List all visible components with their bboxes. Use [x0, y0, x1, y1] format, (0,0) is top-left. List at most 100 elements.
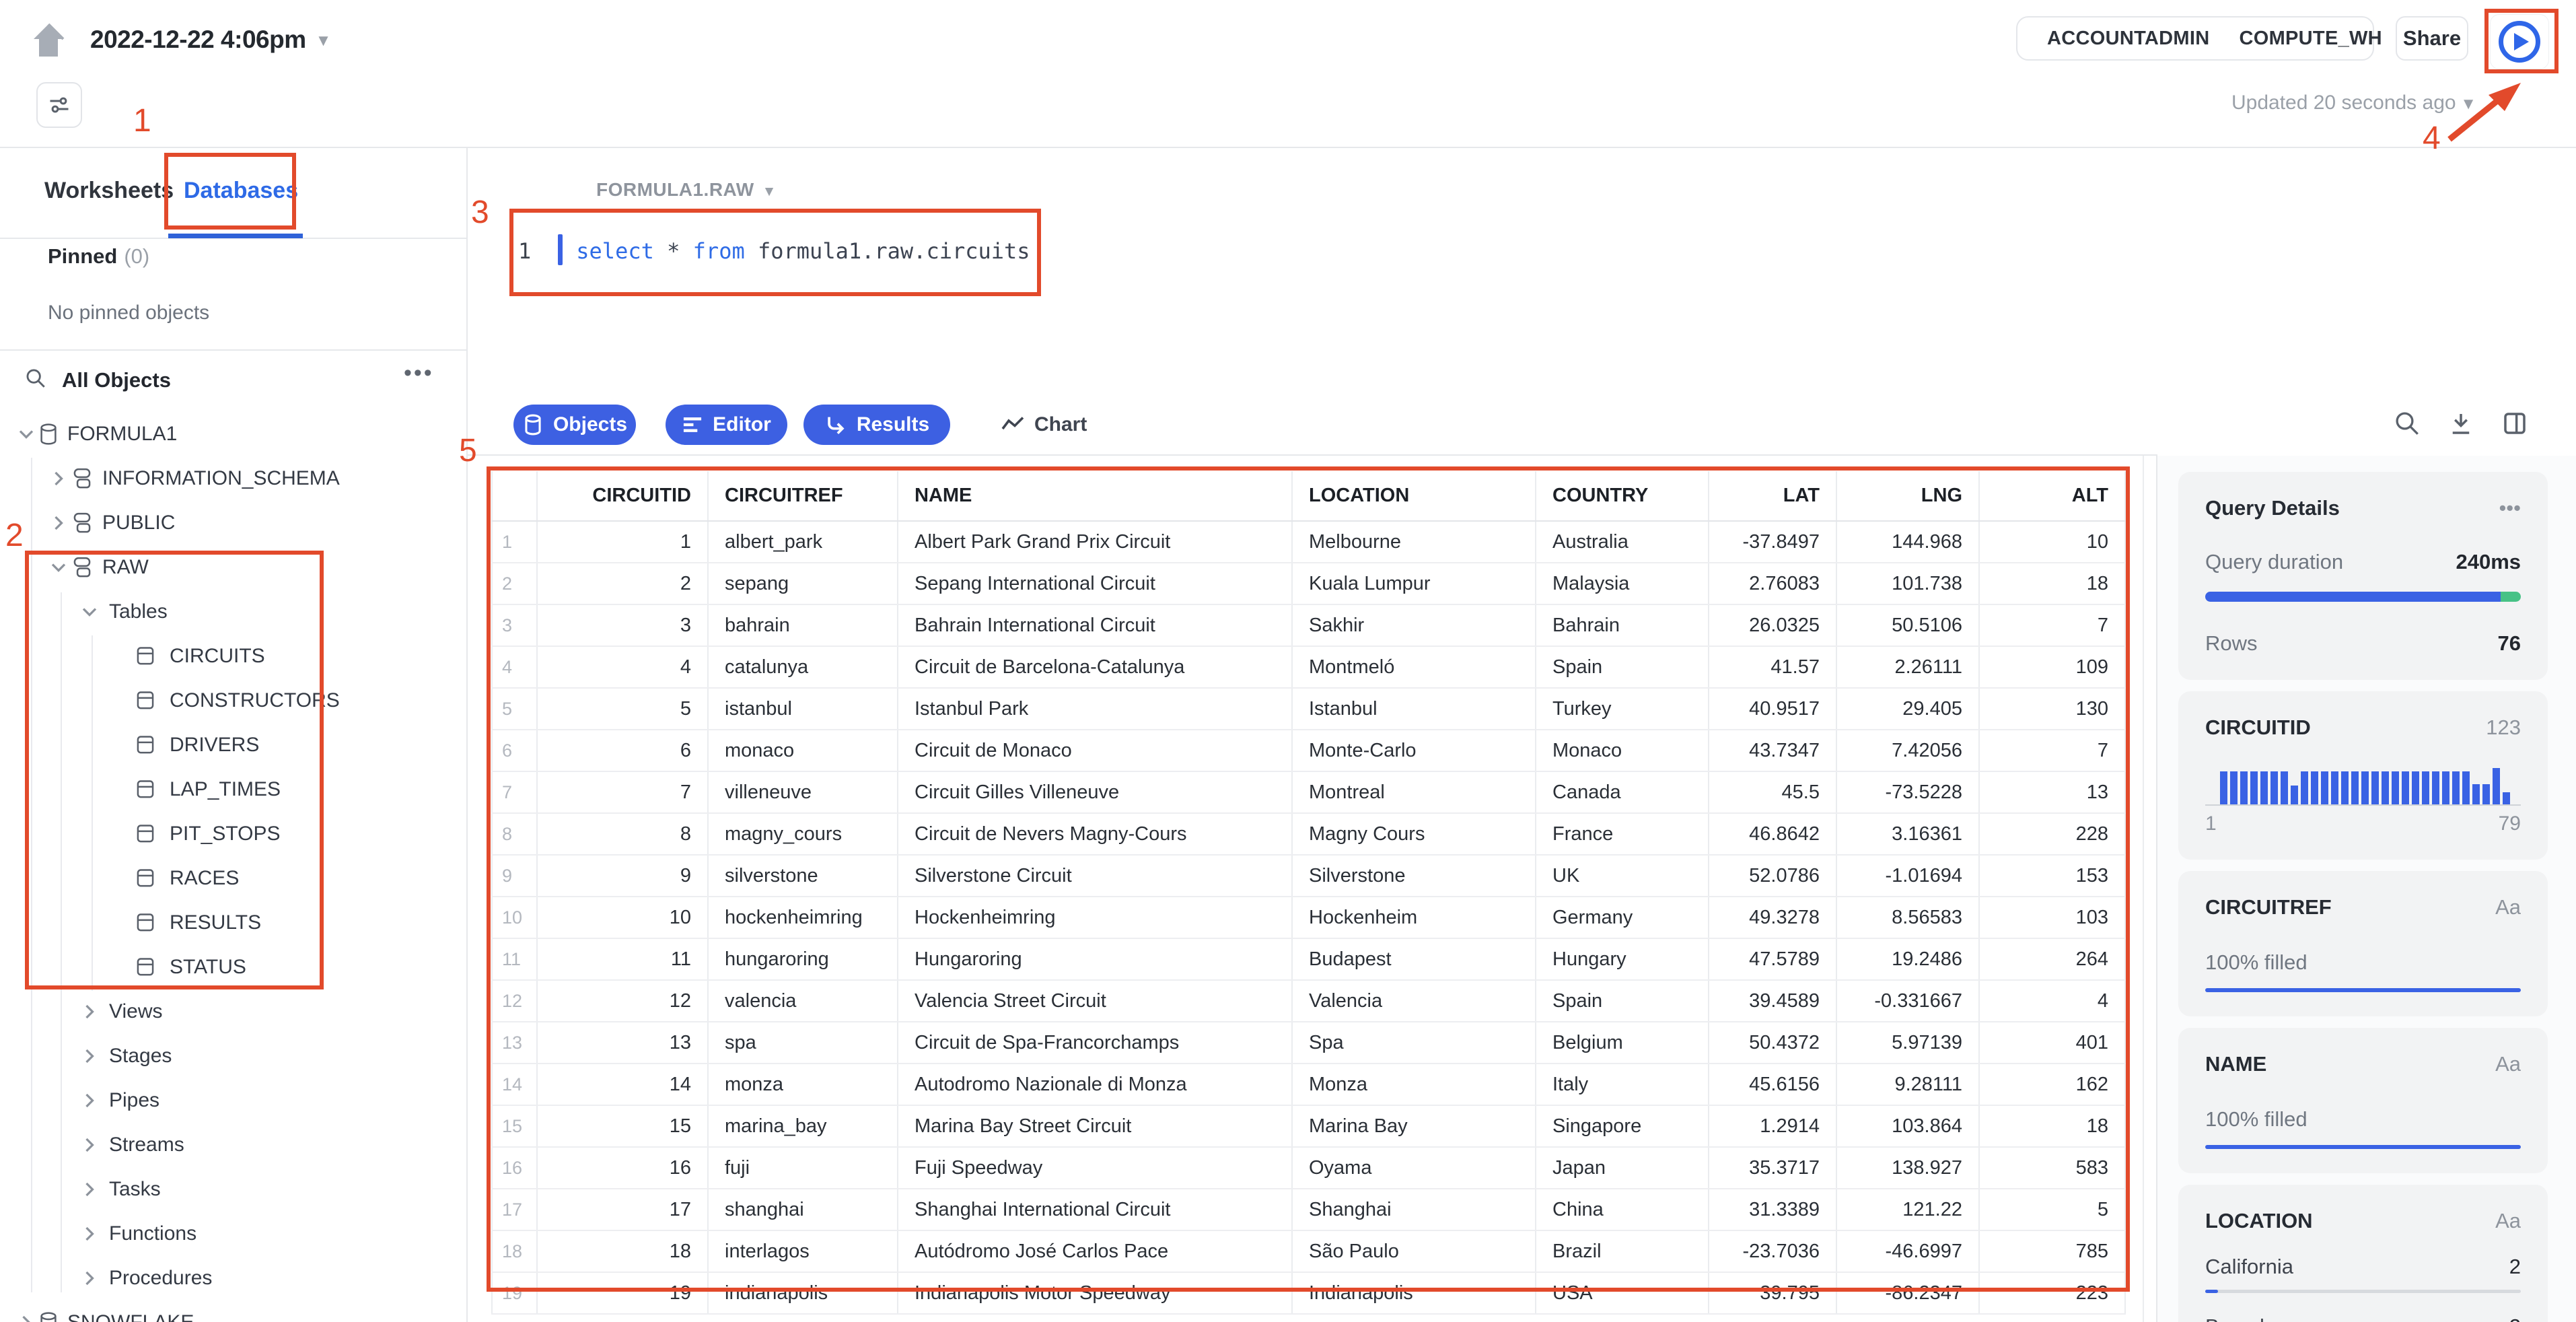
cell-name[interactable]: Sepang International Circuit — [898, 563, 1293, 605]
more-options-icon[interactable]: ••• — [404, 360, 434, 386]
cell-name[interactable]: Autódromo José Carlos Pace — [898, 1230, 1293, 1273]
cell-country[interactable]: UK — [1536, 855, 1709, 897]
cell-alt[interactable]: 130 — [1979, 688, 2126, 730]
cell-lng[interactable]: 144.968 — [1836, 521, 1980, 563]
chevron-down-icon[interactable] — [48, 557, 69, 578]
column-header-location[interactable]: LOCATION — [1292, 471, 1536, 522]
cell-circuitid[interactable]: 1 — [537, 521, 709, 563]
cell-lat[interactable]: 52.0786 — [1709, 855, 1837, 897]
worksheet-title-dropdown[interactable]: 2022-12-22 4:06pm ▼ — [90, 26, 331, 54]
cell-location[interactable]: Indianapolis — [1292, 1272, 1536, 1315]
cell-country[interactable]: Japan — [1536, 1147, 1709, 1189]
cell-location[interactable]: Istanbul — [1292, 688, 1536, 730]
cell-circuitid[interactable]: 11 — [537, 938, 709, 981]
tree-item-constructors[interactable]: CONSTRUCTORS — [0, 679, 466, 723]
table-row[interactable]: 5 5 istanbul Istanbul Park Istanbul Turkey 40.… — [492, 688, 2126, 730]
cell-circuitref[interactable]: istanbul — [708, 688, 898, 730]
cell-name[interactable]: Circuit de Barcelona-Catalunya — [898, 646, 1293, 689]
editor-context-dropdown[interactable]: FORMULA1.RAW ▼ — [596, 179, 777, 201]
cell-country[interactable]: Spain — [1536, 980, 1709, 1022]
tree-item-pipes[interactable]: Pipes — [0, 1078, 466, 1123]
cell-alt[interactable]: 785 — [1979, 1230, 2126, 1273]
tab-worksheets[interactable]: Worksheets — [44, 178, 174, 204]
cell-lat[interactable]: 43.7347 — [1709, 730, 1837, 772]
chevron-right-icon[interactable] — [16, 1313, 36, 1322]
cell-circuitid[interactable]: 16 — [537, 1147, 709, 1189]
cell-circuitref[interactable]: hockenheimring — [708, 897, 898, 939]
more-options-icon[interactable]: ••• — [2499, 496, 2521, 520]
cell-country[interactable]: Australia — [1536, 521, 1709, 563]
top-value-item[interactable]: Barcelona 2 — [2205, 1315, 2521, 1322]
cell-circuitid[interactable]: 7 — [537, 771, 709, 814]
cell-country[interactable]: Monaco — [1536, 730, 1709, 772]
cell-lat[interactable]: 49.3278 — [1709, 897, 1837, 939]
cell-lat[interactable]: 46.8642 — [1709, 813, 1837, 856]
column-header-rownum[interactable] — [492, 471, 538, 522]
cell-country[interactable]: Hungary — [1536, 938, 1709, 981]
cell-lng[interactable]: 2.26111 — [1836, 646, 1980, 689]
tree-item-procedures[interactable]: Procedures — [0, 1256, 466, 1300]
cell-alt[interactable]: 7 — [1979, 730, 2126, 772]
column-stats-location[interactable]: LOCATION Aa California2Barcelona2Melbour… — [2178, 1185, 2548, 1322]
chevron-right-icon[interactable] — [79, 1090, 100, 1111]
cell-country[interactable]: Malaysia — [1536, 563, 1709, 605]
chevron-right-icon[interactable] — [79, 1224, 100, 1244]
cell-circuitref[interactable]: fuji — [708, 1147, 898, 1189]
chevron-right-icon[interactable] — [79, 1268, 100, 1288]
cell-circuitid[interactable]: 12 — [537, 980, 709, 1022]
cell-name[interactable]: Silverstone Circuit — [898, 855, 1293, 897]
tree-item-functions[interactable]: Functions — [0, 1212, 466, 1256]
cell-lng[interactable]: -1.01694 — [1836, 855, 1980, 897]
cell-name[interactable]: Hungaroring — [898, 938, 1293, 981]
cell-circuitid[interactable]: 3 — [537, 604, 709, 647]
cell-alt[interactable]: 228 — [1979, 813, 2126, 856]
tree-item-public[interactable]: PUBLIC — [0, 501, 466, 545]
cell-location[interactable]: Monte-Carlo — [1292, 730, 1536, 772]
cell-lat[interactable]: 41.57 — [1709, 646, 1837, 689]
cell-location[interactable]: Magny Cours — [1292, 813, 1536, 856]
table-row[interactable]: 1 1 albert_park Albert Park Grand Prix Circ… — [492, 521, 2126, 563]
cell-lat[interactable]: 40.9517 — [1709, 688, 1837, 730]
cell-lng[interactable]: 7.42056 — [1836, 730, 1980, 772]
table-row[interactable]: 16 16 fuji Fuji Speedway Oyama Japan 35.3717 13… — [492, 1147, 2126, 1189]
cell-circuitid[interactable]: 18 — [537, 1230, 709, 1273]
chevron-down-icon[interactable] — [16, 424, 36, 444]
table-row[interactable]: 17 17 shanghai Shanghai International Circu… — [492, 1189, 2126, 1231]
cell-circuitref[interactable]: marina_bay — [708, 1105, 898, 1148]
table-row[interactable]: 11 11 hungaroring Hungaroring Budapest Hungar… — [492, 938, 2126, 981]
cell-location[interactable]: Kuala Lumpur — [1292, 563, 1536, 605]
chevron-right-icon[interactable] — [79, 1135, 100, 1155]
cell-lng[interactable]: 19.2486 — [1836, 938, 1980, 981]
cell-location[interactable]: Montmeló — [1292, 646, 1536, 689]
column-stats-name[interactable]: NAME Aa 100% filled — [2178, 1028, 2548, 1173]
cell-location[interactable]: Marina Bay — [1292, 1105, 1536, 1148]
cell-country[interactable]: France — [1536, 813, 1709, 856]
cell-location[interactable]: Monza — [1292, 1064, 1536, 1106]
tree-item-tasks[interactable]: Tasks — [0, 1167, 466, 1212]
cell-country[interactable]: Germany — [1536, 897, 1709, 939]
run-query-button[interactable] — [2490, 14, 2549, 69]
cell-lat[interactable]: 45.6156 — [1709, 1064, 1837, 1106]
column-header-lat[interactable]: LAT — [1709, 471, 1837, 522]
table-row[interactable]: 8 8 magny_cours Circuit de Nevers Magny-Cou… — [492, 813, 2126, 856]
toggle-panel-button[interactable] — [2501, 409, 2532, 440]
cell-country[interactable]: Singapore — [1536, 1105, 1709, 1148]
cell-location[interactable]: Valencia — [1292, 980, 1536, 1022]
cell-circuitref[interactable]: hungaroring — [708, 938, 898, 981]
cell-country[interactable]: China — [1536, 1189, 1709, 1231]
cell-location[interactable]: Silverstone — [1292, 855, 1536, 897]
cell-alt[interactable]: 10 — [1979, 521, 2126, 563]
cell-lat[interactable]: 50.4372 — [1709, 1022, 1837, 1064]
cell-location[interactable]: Montreal — [1292, 771, 1536, 814]
tab-objects[interactable]: Objects — [513, 405, 636, 445]
tree-item-views[interactable]: Views — [0, 989, 466, 1034]
cell-alt[interactable]: 109 — [1979, 646, 2126, 689]
cell-circuitid[interactable]: 2 — [537, 563, 709, 605]
tree-item-raw[interactable]: RAW — [0, 545, 466, 590]
cell-circuitid[interactable]: 15 — [537, 1105, 709, 1148]
cell-lng[interactable]: 138.927 — [1836, 1147, 1980, 1189]
column-header-name[interactable]: NAME — [898, 471, 1293, 522]
tab-editor[interactable]: Editor — [666, 405, 787, 445]
tab-databases[interactable]: Databases — [184, 178, 298, 204]
table-row[interactable]: 3 3 bahrain Bahrain International Circuit Sa… — [492, 604, 2126, 647]
